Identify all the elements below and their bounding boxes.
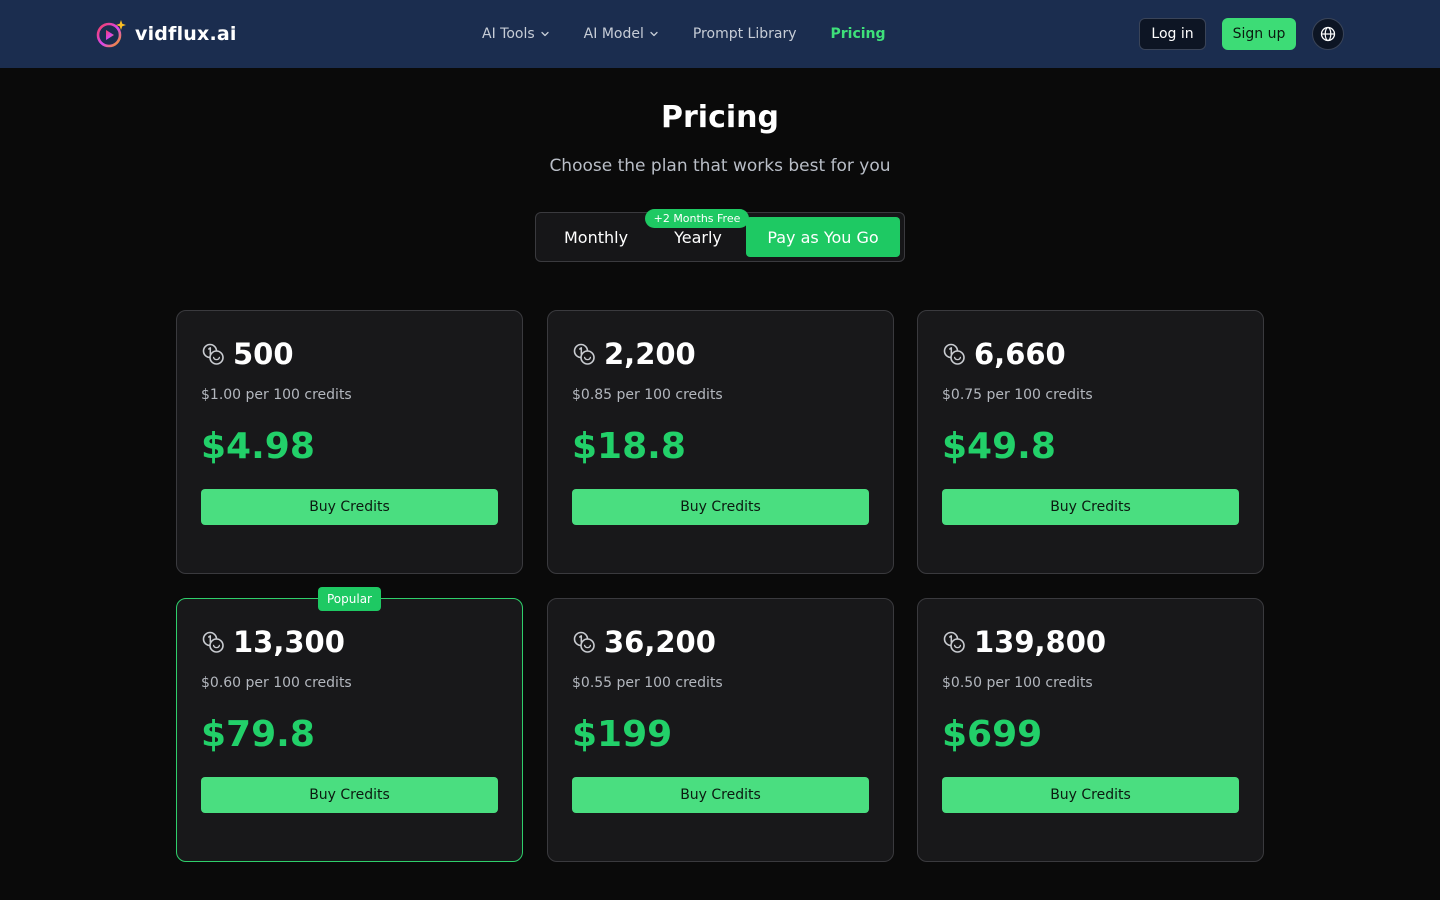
nav-pricing-label: Pricing	[830, 26, 886, 42]
buy-credits-button[interactable]: Buy Credits	[572, 489, 869, 525]
pack-price: $699	[942, 714, 1043, 755]
credits-row: 36,200	[572, 625, 716, 659]
pack-price: $18.8	[572, 426, 686, 467]
billing-option-pay-as-you-go[interactable]: Pay as You Go	[746, 217, 900, 257]
unit-price: $0.50 per 100 credits	[942, 675, 1093, 691]
unit-price: $0.55 per 100 credits	[572, 675, 723, 691]
login-button[interactable]: Log in	[1139, 18, 1206, 50]
nav-ai-tools[interactable]: AI Tools	[482, 26, 550, 42]
chevron-down-icon	[650, 31, 658, 37]
credits-amount: 2,200	[604, 337, 696, 371]
credits-row: 500	[201, 337, 294, 371]
buy-credits-button[interactable]: Buy Credits	[942, 777, 1239, 813]
credits-row: 2,200	[572, 337, 696, 371]
coins-icon	[573, 343, 595, 365]
credit-pack-card-popular: Popular 13,300 $0.60 per 100 credits $79…	[176, 587, 523, 862]
main-nav: AI Tools AI Model Prompt Library Pricing	[482, 24, 886, 44]
credits-row: 13,300	[201, 625, 345, 659]
nav-ai-model-label: AI Model	[583, 26, 644, 42]
buy-credits-button[interactable]: Buy Credits	[572, 777, 869, 813]
page-subtitle: Choose the plan that works best for you	[549, 156, 891, 176]
credits-row: 139,800	[942, 625, 1106, 659]
chevron-down-icon	[541, 31, 549, 37]
buy-credits-button[interactable]: Buy Credits	[201, 489, 498, 525]
brand-logo[interactable]: vidflux.ai	[96, 18, 237, 50]
language-button[interactable]	[1312, 18, 1344, 50]
unit-price: $0.75 per 100 credits	[942, 387, 1093, 403]
pack-price: $49.8	[942, 426, 1056, 467]
nav-prompt-library[interactable]: Prompt Library	[693, 26, 797, 42]
coins-icon	[202, 631, 224, 653]
billing-period-toggle: Monthly Yearly Pay as You Go +2 Months F…	[535, 209, 905, 262]
credits-amount: 139,800	[974, 625, 1107, 659]
nav-ai-tools-label: AI Tools	[482, 26, 535, 42]
buy-credits-button[interactable]: Buy Credits	[942, 489, 1239, 525]
signup-button[interactable]: Sign up	[1222, 18, 1296, 50]
top-navbar: vidflux.ai AI Tools AI Model Prompt Libr…	[0, 0, 1440, 68]
credit-pack-card: 6,660 $0.75 per 100 credits $49.8 Buy Cr…	[917, 310, 1264, 574]
yearly-discount-badge: +2 Months Free	[645, 209, 749, 228]
credits-row: 6,660	[942, 337, 1066, 371]
buy-credits-button[interactable]: Buy Credits	[201, 777, 498, 813]
credits-amount: 6,660	[974, 337, 1066, 371]
nav-pricing[interactable]: Pricing	[831, 26, 886, 42]
coins-icon	[573, 631, 595, 653]
credit-pack-card: 36,200 $0.55 per 100 credits $199 Buy Cr…	[547, 598, 894, 862]
credit-pack-card: 2,200 $0.85 per 100 credits $18.8 Buy Cr…	[547, 310, 894, 574]
pack-price: $79.8	[201, 714, 315, 755]
brand-name: vidflux.ai	[135, 23, 237, 45]
coins-icon	[943, 631, 965, 653]
popular-badge: Popular	[318, 587, 381, 611]
pack-price: $4.98	[201, 426, 315, 467]
credits-amount: 36,200	[604, 625, 716, 659]
credit-pack-card: 500 $1.00 per 100 credits $4.98 Buy Cred…	[176, 310, 523, 574]
pack-price: $199	[572, 714, 673, 755]
nav-ai-model[interactable]: AI Model	[584, 26, 659, 42]
credit-pack-card: 139,800 $0.50 per 100 credits $699 Buy C…	[917, 598, 1264, 862]
coins-icon	[943, 343, 965, 365]
page-title: Pricing	[661, 100, 779, 135]
credits-amount: 500	[233, 337, 294, 371]
nav-prompt-library-label: Prompt Library	[692, 26, 797, 42]
globe-icon	[1320, 26, 1336, 42]
unit-price: $0.85 per 100 credits	[572, 387, 723, 403]
billing-option-monthly[interactable]: Monthly	[546, 217, 646, 257]
credits-amount: 13,300	[233, 625, 345, 659]
unit-price: $1.00 per 100 credits	[201, 387, 352, 403]
play-sparkle-logo-icon	[96, 20, 126, 48]
unit-price: $0.60 per 100 credits	[201, 675, 352, 691]
coins-icon	[202, 343, 224, 365]
